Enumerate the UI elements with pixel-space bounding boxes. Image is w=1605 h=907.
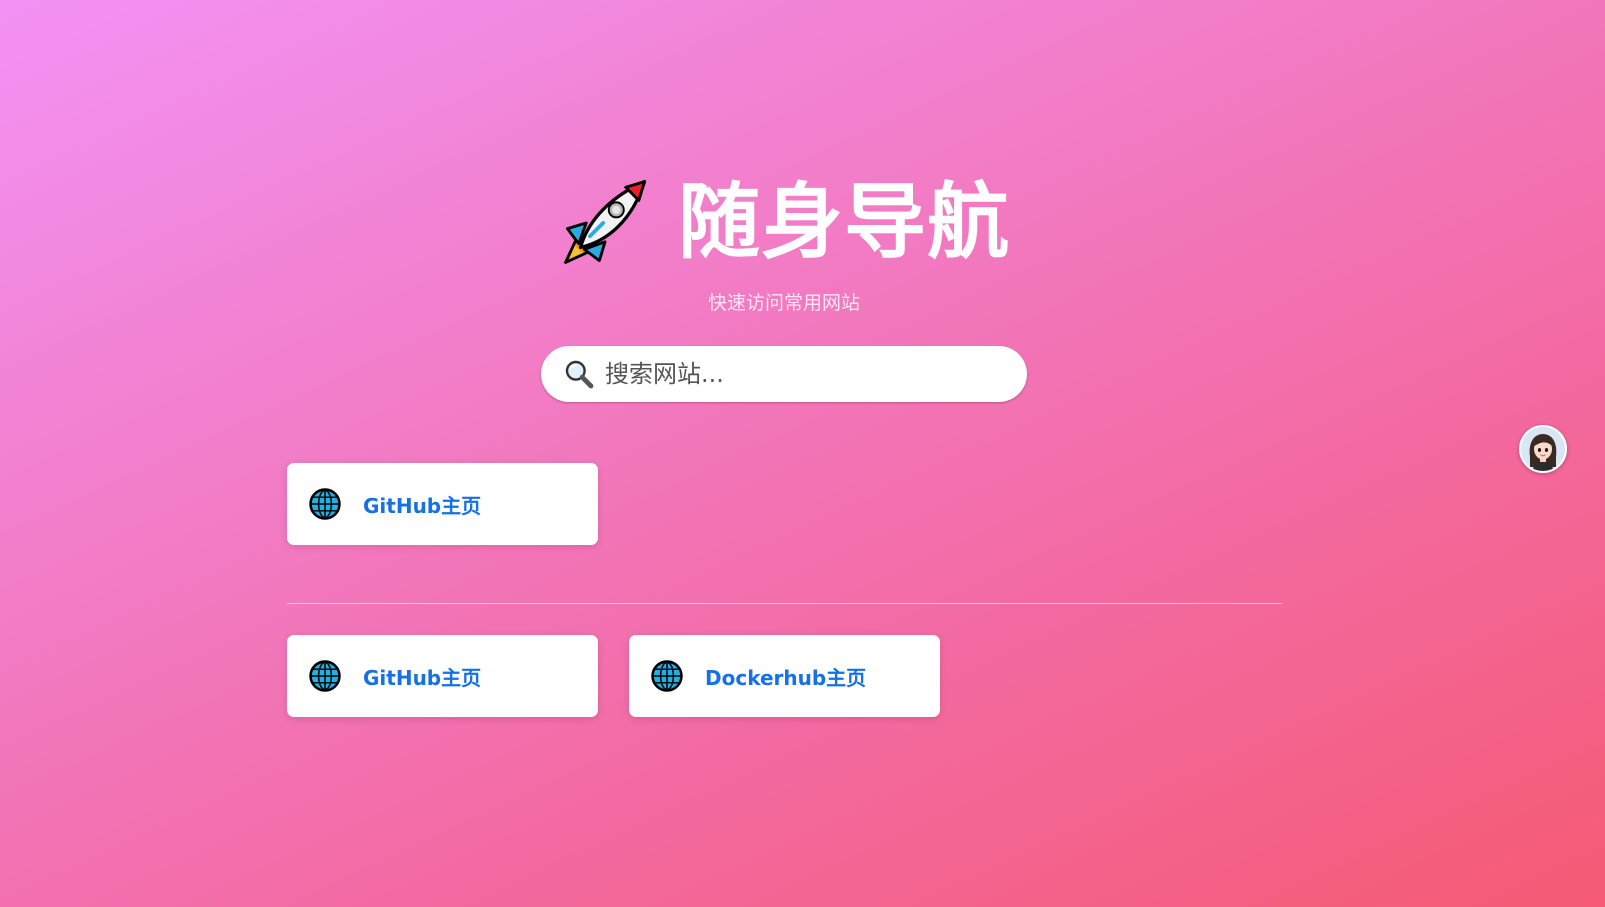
link-card-github[interactable]: GitHub主页 <box>287 463 598 545</box>
search-input[interactable] <box>605 360 985 388</box>
page-title: 随身导航 <box>677 175 1010 270</box>
rocket-icon <box>564 179 647 264</box>
group-divider <box>287 603 1282 604</box>
avatar-image <box>1521 427 1565 471</box>
page-header: 随身导航 <box>0 176 1568 270</box>
link-card-label: GitHub主页 <box>363 665 482 690</box>
globe-icon <box>309 488 341 520</box>
link-card-github[interactable]: GitHub主页 <box>287 635 598 717</box>
globe-icon <box>309 660 341 692</box>
globe-icon <box>651 660 683 692</box>
search-bar[interactable] <box>541 346 1027 402</box>
avatar[interactable] <box>1519 425 1567 473</box>
page-subtitle: 快速访问常用网站 <box>707 292 860 314</box>
link-card-label: Dockerhub主页 <box>705 665 867 690</box>
link-card-dockerhub[interactable]: Dockerhub主页 <box>629 635 940 717</box>
search-icon <box>565 360 594 389</box>
link-card-label: GitHub主页 <box>363 493 482 518</box>
